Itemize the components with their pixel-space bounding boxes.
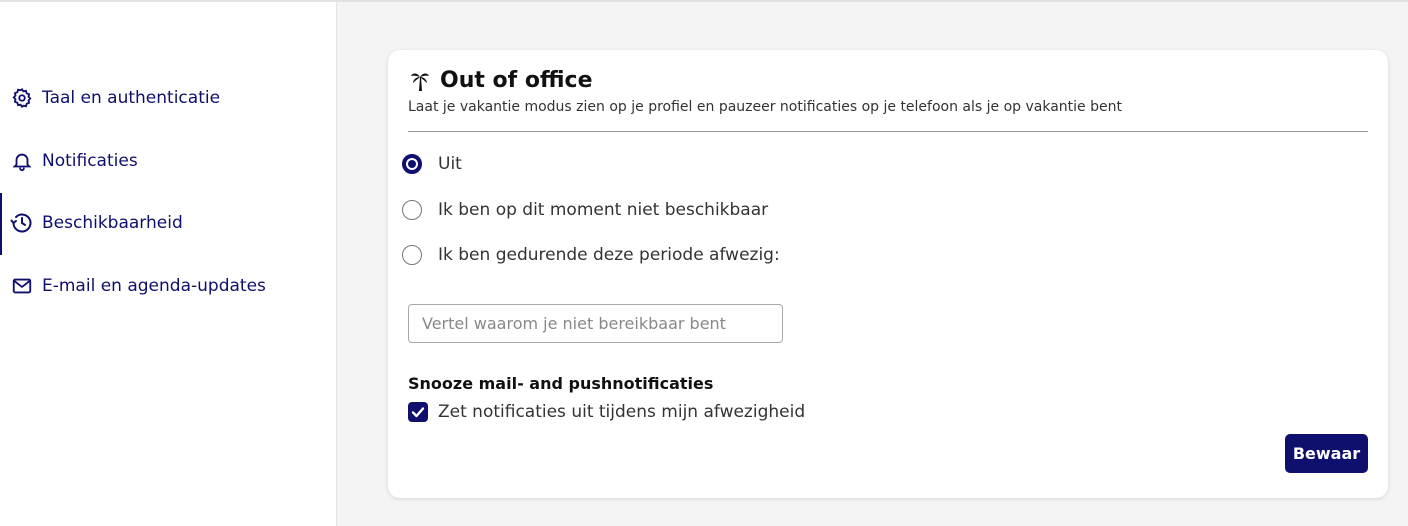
sidebar-item-label: Taal en authenticatie [42,88,221,108]
mail-icon [10,274,34,298]
option-label: Ik ben gedurende deze periode afwezig: [438,245,780,265]
check-icon [411,407,425,418]
sidebar-item-label: E-mail en agenda-updates [42,276,266,296]
settings-sidebar: Taal en authenticatie Notificaties Besch… [0,2,337,526]
option-unavailable-now[interactable]: Ik ben op dit moment niet beschikbaar [402,200,768,220]
bell-icon [10,149,34,173]
radio-absent-period[interactable] [402,245,422,265]
sidebar-item-availability[interactable]: Beschikbaarheid [0,193,336,255]
card-title: Out of office [408,68,593,93]
snooze-checkbox[interactable] [408,402,428,422]
save-button[interactable]: Bewaar [1285,434,1368,473]
history-icon [10,211,34,235]
card-title-text: Out of office [440,68,593,93]
sidebar-item-label: Notificaties [42,151,138,171]
sidebar-item-language-auth[interactable]: Taal en authenticatie [0,78,336,118]
reason-input[interactable] [408,304,783,343]
option-label: Uit [438,154,462,174]
option-label: Ik ben op dit moment niet beschikbaar [438,200,769,220]
snooze-checkbox-row[interactable]: Zet notificaties uit tijdens mijn afwezi… [408,402,805,422]
snooze-checkbox-label: Zet notificaties uit tijdens mijn afwezi… [438,402,806,422]
palm-tree-icon [408,69,432,93]
out-of-office-card: Out of office Laat je vakantie modus zie… [388,50,1388,498]
sidebar-item-email-calendar[interactable]: E-mail en agenda-updates [0,266,336,306]
sidebar-item-label: Beschikbaarheid [42,213,183,233]
option-off[interactable]: Uit [402,154,462,174]
card-divider [408,131,1368,132]
radio-off[interactable] [402,154,422,174]
gear-icon [10,86,34,110]
option-absent-period[interactable]: Ik ben gedurende deze periode afwezig: [402,245,780,265]
card-subtitle: Laat je vakantie modus zien op je profie… [408,99,1122,115]
radio-unavailable-now[interactable] [402,200,422,220]
snooze-section-label: Snooze mail- and pushnotificaties [408,374,714,393]
sidebar-item-notifications[interactable]: Notificaties [0,141,336,181]
